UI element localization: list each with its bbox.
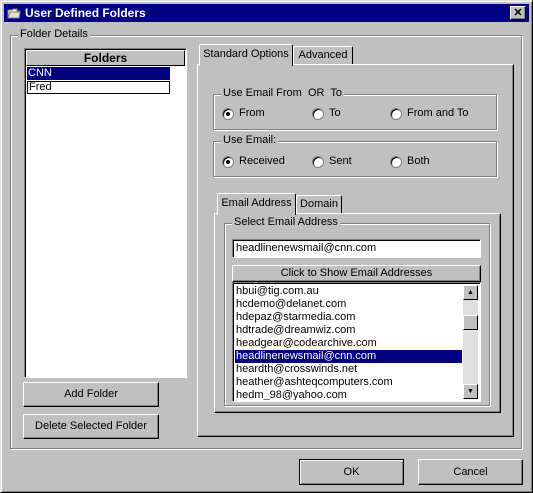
folders-list[interactable]: Folders CNN Fred	[24, 48, 187, 378]
radio-from-indicator	[222, 108, 234, 120]
email-list-item[interactable]: headlinenewsmail@cnn.com	[235, 350, 462, 363]
email-list-item-label: hdepaz@starmedia.com	[236, 311, 356, 323]
folder-item[interactable]: Fred	[27, 81, 170, 94]
radio-sent-label: Sent	[329, 155, 352, 167]
folder-details-label: Folder Details	[18, 28, 90, 40]
email-list-item[interactable]: heardth@crosswinds.net	[235, 363, 462, 376]
use-email-from-to-label: Use Email From OR To	[221, 87, 344, 99]
scroll-thumb[interactable]	[463, 315, 478, 330]
radio-both-indicator	[390, 156, 402, 168]
radio-from-and-to-indicator	[390, 108, 402, 120]
select-email-label: Select Email Address	[232, 216, 340, 228]
use-email-label: Use Email:	[221, 134, 279, 146]
tab-standard-options-label: Standard Options	[203, 48, 289, 60]
window-title: User Defined Folders	[25, 6, 146, 20]
email-input[interactable]: headlinenewsmail@cnn.com	[232, 239, 481, 258]
ok-button[interactable]: OK	[299, 459, 404, 485]
folder-item-label: Fred	[29, 81, 52, 93]
title-bar[interactable]: User Defined Folders	[4, 4, 529, 22]
email-list-item[interactable]: heather@ashteqcomputers.com	[235, 376, 462, 389]
email-list-item-label: hcdemo@delanet.com	[236, 298, 347, 310]
email-list-item-label: headlinenewsmail@cnn.com	[236, 350, 377, 362]
cancel-label: Cancel	[453, 466, 488, 478]
tab-email-address[interactable]: Email Address	[217, 193, 296, 215]
radio-to-indicator	[312, 108, 324, 120]
delete-folder-label: Delete Selected Folder	[35, 420, 147, 432]
email-list-item[interactable]: hdtrade@dreamwiz.com	[235, 324, 462, 337]
arrow-up-icon: ▲	[467, 289, 474, 296]
email-list-item[interactable]: hcdemo@delanet.com	[235, 298, 462, 311]
email-list-item[interactable]: hdepaz@starmedia.com	[235, 311, 462, 324]
tab-advanced-label: Advanced	[298, 49, 348, 61]
email-list-scrollbar[interactable]: ▲ ▼	[463, 285, 478, 399]
email-list-item-label: heather@ashteqcomputers.com	[236, 376, 393, 388]
add-folder-button[interactable]: Add Folder	[23, 382, 159, 407]
tab-standard-options[interactable]: Standard Options	[199, 44, 293, 66]
show-email-addresses-label: Click to Show Email Addresses	[280, 267, 433, 279]
email-list-item-label: hdtrade@dreamwiz.com	[236, 324, 356, 336]
folder-item-label: CNN	[28, 67, 52, 79]
radio-sent-indicator	[312, 156, 324, 168]
folders-column-header[interactable]: Folders	[26, 50, 185, 66]
scroll-down-button[interactable]: ▼	[463, 384, 478, 399]
folders-header-label: Folders	[83, 51, 128, 65]
tab-email-address-label: Email Address	[221, 197, 292, 209]
email-list-item-label: headgear@codearchive.com	[236, 337, 377, 349]
folder-icon	[7, 8, 21, 19]
email-list-item[interactable]: hbui@tig.com.au	[235, 285, 462, 298]
scroll-up-button[interactable]: ▲	[463, 285, 478, 300]
show-email-addresses-button[interactable]: Click to Show Email Addresses	[232, 265, 481, 282]
add-folder-label: Add Folder	[64, 388, 118, 400]
email-list-item-label: hbui@tig.com.au	[236, 285, 319, 297]
dialog-window: User Defined Folders ✕ Folder Details Fo…	[0, 0, 533, 493]
tab-advanced[interactable]: Advanced	[293, 46, 353, 65]
radio-both-label: Both	[407, 155, 430, 167]
close-icon: ✕	[513, 7, 523, 19]
email-address-list[interactable]: hbui@tig.com.au hcdemo@delanet.com hdepa…	[232, 282, 481, 402]
email-list-item[interactable]: hedm_98@yahoo.com	[235, 389, 462, 400]
radio-received-label: Received	[239, 155, 285, 167]
email-list-item-label: hedm_98@yahoo.com	[236, 389, 347, 400]
radio-from-label: From	[239, 107, 265, 119]
tab-domain-label: Domain	[300, 198, 338, 210]
arrow-down-icon: ▼	[467, 388, 474, 395]
email-list-item[interactable]: headgear@codearchive.com	[235, 337, 462, 350]
ok-label: OK	[343, 466, 360, 478]
close-button[interactable]: ✕	[510, 6, 526, 20]
delete-folder-button[interactable]: Delete Selected Folder	[23, 414, 159, 439]
email-list-item-label: heardth@crosswinds.net	[236, 363, 358, 375]
email-input-value: headlinenewsmail@cnn.com	[236, 242, 377, 254]
radio-from-and-to-label: From and To	[407, 107, 469, 119]
radio-received-indicator	[222, 156, 234, 168]
folder-item[interactable]: CNN	[27, 67, 170, 80]
radio-to-label: To	[329, 107, 341, 119]
cancel-button[interactable]: Cancel	[418, 459, 523, 485]
tab-domain[interactable]: Domain	[296, 195, 342, 214]
